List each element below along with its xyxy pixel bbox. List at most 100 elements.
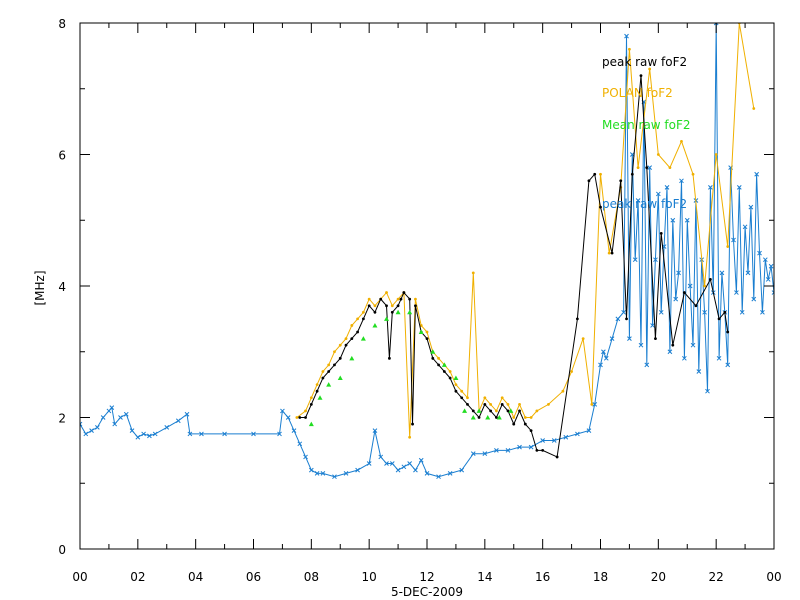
data-point: [636, 166, 640, 170]
data-point: [717, 317, 721, 321]
foF2-chart: 00 02 04 06 08 10 12 14 16 18 20 22 0002468 peak raw…: [0, 0, 800, 600]
data-point: [483, 396, 487, 400]
data-point: [315, 389, 319, 393]
data-point: [752, 107, 756, 110]
data-point: [495, 409, 498, 413]
data-point: [714, 153, 718, 156]
data-point: [561, 389, 565, 393]
x-tick-label: 22: [709, 570, 724, 584]
data-point: [304, 416, 307, 419]
data-point: [619, 179, 623, 183]
data-point: [437, 363, 440, 367]
data-point: [356, 317, 359, 321]
data-point: [466, 396, 469, 400]
data-point: [309, 396, 313, 400]
data-point: [344, 337, 348, 340]
data-point: [425, 330, 429, 334]
data-point: [535, 409, 539, 413]
data-point: [506, 402, 510, 406]
data-point: [471, 271, 475, 275]
x-axis-label: 5-DEC-2009: [391, 585, 463, 599]
data-point: [668, 166, 672, 170]
data-point: [512, 416, 516, 419]
legend-entry: peak raw foF2: [602, 55, 687, 69]
data-point: [645, 166, 649, 170]
data-point: [390, 304, 394, 308]
data-point: [367, 297, 371, 301]
data-point: [373, 310, 377, 314]
data-point: [708, 278, 712, 281]
data-point: [454, 389, 458, 393]
legend-entry: Mean raw foF2: [602, 118, 691, 132]
data-point: [466, 402, 469, 406]
data-point: [396, 297, 400, 301]
data-point: [483, 402, 487, 406]
data-point: [454, 383, 458, 387]
data-point: [523, 416, 527, 419]
data-point: [356, 330, 359, 334]
data-point: [437, 356, 440, 360]
data-point: [547, 402, 550, 406]
x-tick-label: 14: [477, 570, 492, 584]
data-point: [425, 337, 429, 340]
data-point: [315, 383, 319, 387]
data-point: [489, 402, 493, 406]
data-point: [367, 304, 371, 308]
data-point: [570, 370, 573, 373]
data-point: [327, 370, 331, 373]
y-tick-label: 8: [58, 17, 66, 31]
data-point: [703, 284, 706, 288]
legend-entry: peak raw foF2: [602, 197, 687, 211]
data-point: [581, 337, 585, 340]
y-tick-label: 0: [58, 543, 66, 557]
data-point: [350, 324, 354, 327]
data-point: [726, 330, 730, 334]
data-point: [379, 297, 383, 301]
legend-entry: POLAN foF2: [602, 86, 673, 100]
data-point: [402, 291, 406, 294]
data-point: [512, 422, 516, 426]
data-point: [298, 416, 302, 419]
x-tick-label: 10: [362, 570, 377, 584]
y-tick-label: 4: [58, 280, 66, 294]
data-point: [408, 297, 412, 301]
data-point: [590, 402, 594, 406]
x-tick-label: 06: [246, 570, 261, 584]
data-point: [726, 245, 730, 248]
data-point: [460, 396, 464, 400]
data-point: [500, 402, 504, 406]
data-point: [388, 356, 391, 360]
y-tick-label: 2: [58, 412, 66, 426]
y-tick-label: 6: [58, 149, 66, 163]
x-tick-label: 02: [130, 570, 145, 584]
data-point: [599, 172, 602, 176]
data-point: [411, 422, 414, 426]
data-point: [628, 47, 631, 51]
x-tick-label: 04: [188, 570, 203, 584]
data-point: [523, 422, 527, 426]
data-point: [477, 416, 481, 419]
data-point: [529, 429, 533, 433]
data-point: [575, 317, 579, 321]
data-point: [654, 337, 657, 340]
data-point: [671, 343, 675, 347]
data-point: [448, 370, 452, 373]
data-point: [338, 356, 342, 360]
data-point: [460, 389, 464, 393]
x-tick-label: 12: [419, 570, 434, 584]
data-point: [442, 370, 446, 373]
data-point: [680, 139, 683, 143]
data-point: [373, 304, 377, 308]
data-point: [535, 448, 539, 452]
data-point: [408, 435, 412, 439]
data-point: [682, 291, 686, 294]
data-point: [396, 304, 400, 308]
data-point: [431, 356, 435, 360]
data-point: [350, 337, 354, 340]
data-point: [555, 455, 559, 459]
data-point: [625, 317, 628, 321]
data-point: [639, 74, 643, 77]
data-point: [333, 350, 336, 354]
data-point: [656, 153, 660, 156]
x-tick-label: 08: [304, 570, 319, 584]
